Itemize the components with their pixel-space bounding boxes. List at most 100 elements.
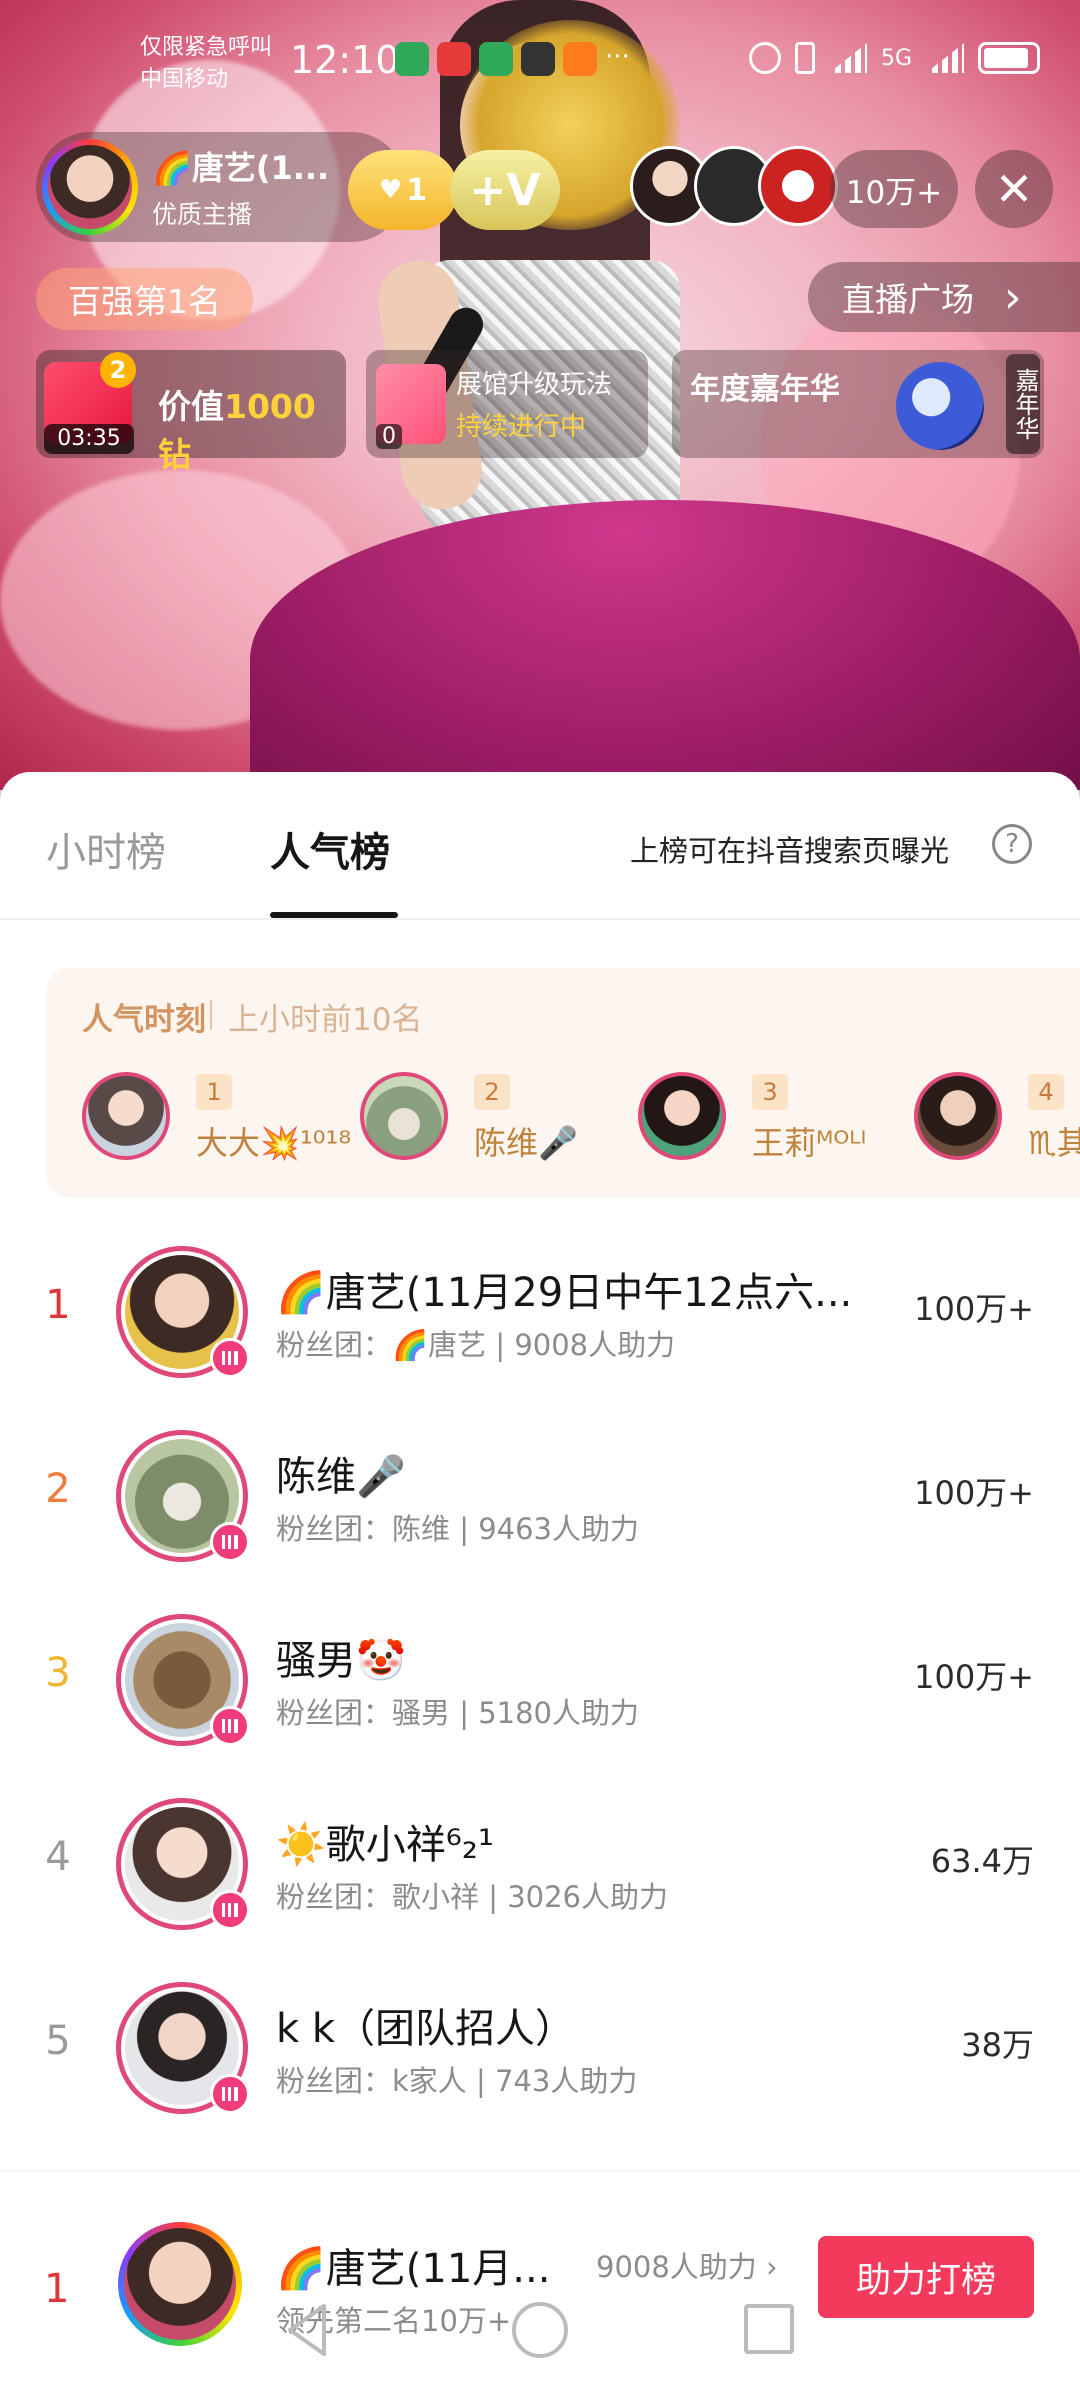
tab-popularity[interactable]: 人气榜 <box>270 820 390 878</box>
app-icon <box>563 42 597 76</box>
moment-name: 王莉ᴹᴼᴸᴵ <box>752 1124 867 1162</box>
moment-name: 大大💥¹⁰¹⁸ <box>196 1124 352 1162</box>
upgrade-status: 持续进行中 <box>456 412 587 442</box>
sim-signal-icon <box>828 43 867 73</box>
help-icon[interactable]: ? <box>992 824 1032 864</box>
streamer-name: 陈维🎤 <box>276 1454 406 1500</box>
popularity-score: 100万+ <box>914 1658 1034 1696</box>
popularity-score: 100万+ <box>914 1474 1034 1512</box>
host-tag: 优质主播 <box>152 200 253 229</box>
clock: 12:10 <box>290 38 400 82</box>
fan-club-info: 粉丝团：骚男 | 5180人助力 <box>276 1696 640 1730</box>
fan-club-info: 粉丝团：歌小祥 | 3026人助力 <box>276 1880 669 1914</box>
status-bar: 仅限紧急呼叫 中国移动 12:10 ··· 5G <box>0 0 1080 130</box>
avatar <box>914 1072 1002 1160</box>
rank-number: 4 <box>45 1834 71 1880</box>
popularity-score: 63.4万 <box>930 1842 1034 1880</box>
carrier-emergency: 仅限紧急呼叫 <box>140 35 273 60</box>
moment-subtitle: 上小时前10名 <box>228 1002 423 1038</box>
upgrade-title: 展馆升级玩法 <box>456 370 613 400</box>
recent-apps-icon[interactable] <box>744 2304 794 2354</box>
vip-badge[interactable]: +V <box>450 150 560 230</box>
chevron-right-icon: › <box>1004 271 1022 323</box>
plaza-label: 直播广场 <box>842 280 974 319</box>
system-nav-bar <box>0 2300 1080 2400</box>
rank-number: 5 <box>45 2018 71 2064</box>
streamer-name: k k（团队招人） <box>276 2006 576 2052</box>
moment-name: 陈维🎤 <box>474 1124 578 1162</box>
active-tab-indicator <box>270 912 398 918</box>
notification-icons: ··· <box>395 42 630 76</box>
vibrate-icon <box>794 42 815 74</box>
streamer-name: 🌈唐艺(11月29日中午12点六... <box>276 1270 853 1316</box>
ranking-row[interactable]: 4 ☀️歌小祥⁶₂¹ 粉丝团：歌小祥 | 3026人助力 63.4万 <box>0 1774 1080 1958</box>
home-icon[interactable] <box>512 2302 568 2358</box>
douyin-logo-icon <box>896 362 984 450</box>
host-name: 🌈唐艺(1... <box>152 149 330 187</box>
top-viewers[interactable] <box>630 146 838 226</box>
ranking-tabs: 小时榜 人气榜 上榜可在抖音搜索页曝光 ? <box>0 772 1080 920</box>
more-dots: ··· <box>605 42 630 72</box>
ranking-row[interactable]: 2 陈维🎤 粉丝团：陈维 | 9463人助力 100万+ <box>0 1406 1080 1590</box>
upgrade-promo-card[interactable]: 0 展馆升级玩法 持续进行中 <box>366 350 648 458</box>
avatar <box>82 1072 170 1160</box>
moment-name: ♏其 <box>1028 1124 1080 1162</box>
moment-title: 人气时刻 <box>82 1002 206 1038</box>
host-avatar[interactable] <box>42 139 138 235</box>
gift-value-text: 价值1000钻 <box>158 380 346 476</box>
audience-count[interactable]: 10万+ <box>830 150 958 228</box>
upgrade-timer: 0 <box>376 424 402 449</box>
alarm-icon <box>748 42 781 74</box>
close-icon[interactable]: ✕ <box>975 150 1053 228</box>
moment-rank: 3 <box>752 1074 788 1110</box>
my-name: 🌈唐艺(11月... <box>276 2246 551 2292</box>
moment-rank: 2 <box>474 1074 510 1110</box>
gift-timer: 03:35 <box>44 424 134 454</box>
boost-count-link[interactable]: 9008人助力 › <box>596 2244 778 2286</box>
battery-icon <box>978 42 1040 74</box>
back-icon[interactable] <box>280 2300 340 2360</box>
live-indicator-icon <box>210 1890 250 1930</box>
live-plaza-button[interactable]: 直播广场 › <box>808 262 1080 332</box>
fan-club-info: 粉丝团：陈维 | 9463人助力 <box>276 1512 640 1546</box>
streamer-name: 骚男🤡 <box>276 1638 406 1684</box>
carrier-name: 中国移动 <box>140 67 229 92</box>
system-status: 5G <box>748 42 1040 74</box>
live-indicator-icon <box>210 1706 250 1746</box>
carnival-side-label: 嘉年华 <box>1006 354 1040 454</box>
ranking-row[interactable]: 5 k k（团队招人） 粉丝团：k家人 | 743人助力 38万 <box>0 1958 1080 2142</box>
carnival-promo-card[interactable]: 年度嘉年华 嘉年华 <box>672 350 1044 458</box>
popularity-score: 100万+ <box>914 1290 1034 1328</box>
rank-tag[interactable]: 百强第1名 <box>36 268 253 330</box>
live-indicator-icon <box>210 1338 250 1378</box>
ranking-row[interactable]: 3 骚男🤡 粉丝团：骚男 | 5180人助力 100万+ <box>0 1590 1080 1774</box>
heart-icon: ♥ <box>378 175 403 205</box>
gift-prefix: 价值 <box>158 387 224 426</box>
gift-count-badge: 2 <box>100 352 136 388</box>
ranking-row[interactable]: 1 🌈唐艺(11月29日中午12点六... 粉丝团：🌈唐艺 | 9008人助力 … <box>0 1222 1080 1406</box>
app-icon <box>437 42 471 76</box>
fan-club-info: 粉丝团：k家人 | 743人助力 <box>276 2064 638 2098</box>
divider <box>210 1000 212 1030</box>
live-indicator-icon <box>210 1522 250 1562</box>
avatar <box>360 1072 448 1160</box>
popularity-score: 38万 <box>961 2026 1034 2064</box>
network-type: 5G <box>880 45 912 71</box>
fan-level-badge[interactable]: ♥ 1 <box>348 150 458 230</box>
expose-note: 上榜可在抖音搜索页曝光 <box>630 834 950 868</box>
rank-number: 3 <box>45 1650 71 1696</box>
app-icon <box>395 42 429 76</box>
live-indicator-icon <box>210 2074 250 2114</box>
app-icon <box>521 42 555 76</box>
signal-icon <box>926 43 964 73</box>
gift-promo-card[interactable]: 2 03:35 价值1000钻 <box>36 350 346 474</box>
ranking-sheet: 小时榜 人气榜 上榜可在抖音搜索页曝光 ? 人气时刻 上小时前10名 1 大大💥… <box>0 772 1080 2400</box>
tab-hourly[interactable]: 小时榜 <box>46 820 166 878</box>
app-icon <box>479 42 513 76</box>
streamer-name: ☀️歌小祥⁶₂¹ <box>276 1822 494 1868</box>
carnival-title: 年度嘉年华 <box>690 372 840 407</box>
moment-rank: 1 <box>196 1074 232 1110</box>
carrier-info: 仅限紧急呼叫 中国移动 <box>140 32 272 96</box>
viewer-avatar[interactable] <box>758 146 838 226</box>
fan-level: 1 <box>406 172 428 208</box>
